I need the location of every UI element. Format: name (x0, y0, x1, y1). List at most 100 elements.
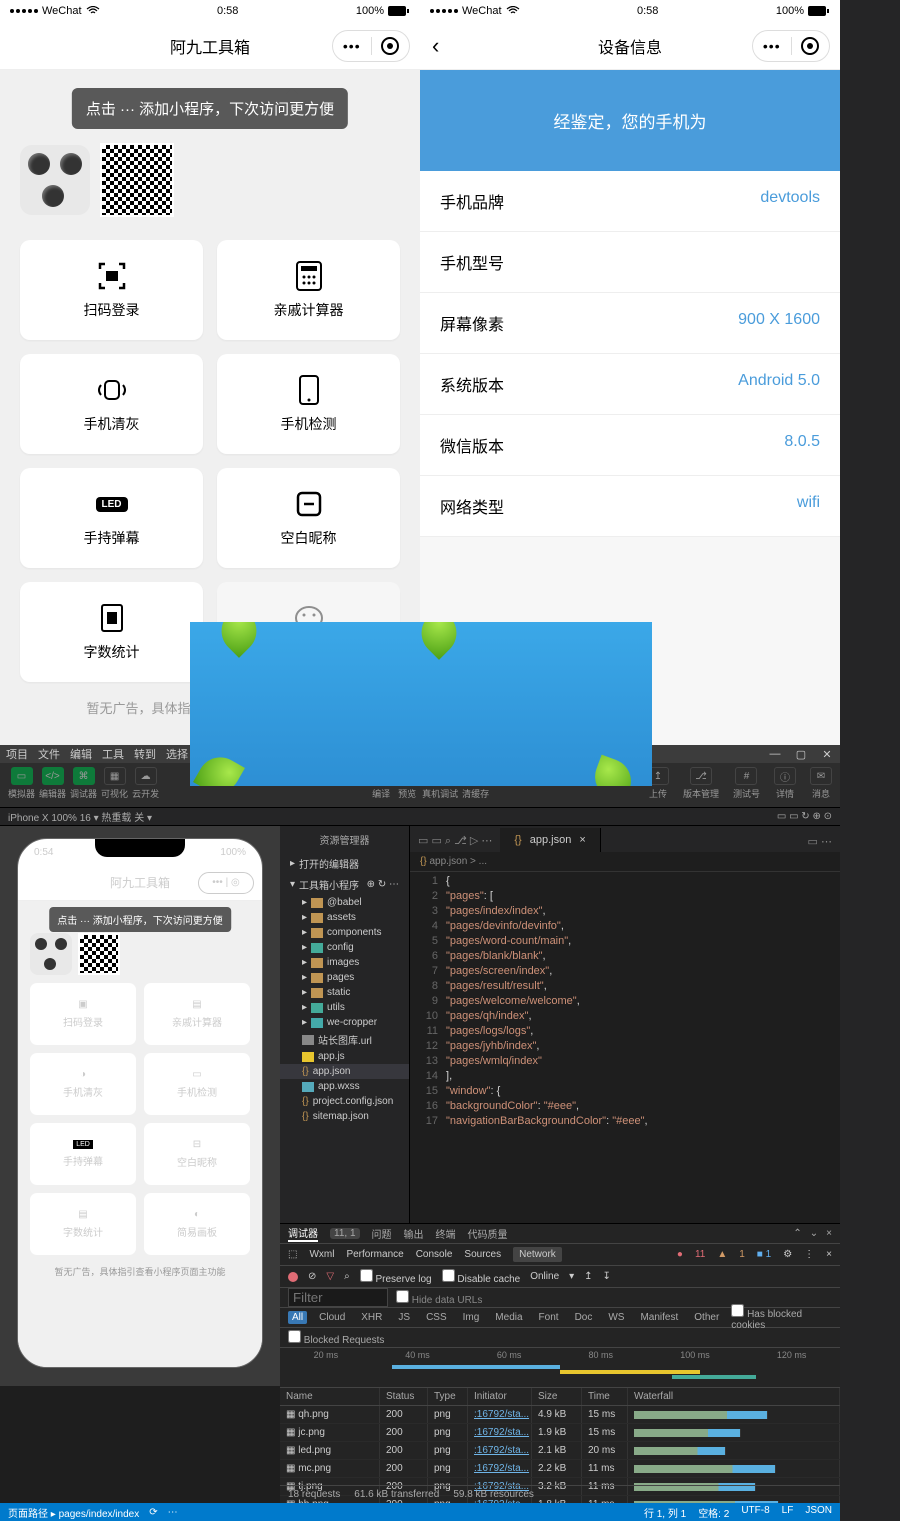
battery-icon (388, 6, 410, 16)
camera-graphic (20, 145, 90, 215)
version-button[interactable]: ⎇ (690, 767, 712, 785)
tool-card-clean[interactable]: 手机清灰 (20, 354, 203, 454)
editor-tab[interactable]: {}app.json× (500, 828, 600, 852)
tool-card-led[interactable]: LED手持弹幕 (20, 468, 203, 568)
close-icon[interactable]: × (826, 1249, 832, 1260)
sim-card[interactable]: ⊟空白昵称 (144, 1123, 250, 1185)
network-footer: 18 requests61.6 kB transferred59.8 kB re… (280, 1485, 840, 1503)
upload-icon[interactable]: ↥ (584, 1271, 592, 1282)
sim-card[interactable]: ▤字数统计 (30, 1193, 136, 1255)
network-toolbar[interactable]: ⊘ ▽ ⌕ Preserve log Disable cache Online▾… (280, 1266, 840, 1288)
tool-card-scan[interactable]: 扫码登录 (20, 240, 203, 340)
throttle-select[interactable]: Online (530, 1271, 559, 1282)
window-controls[interactable]: —▢✕ (762, 748, 840, 761)
capsule-close-icon[interactable] (792, 37, 830, 55)
hide-urls-checkbox[interactable]: Hide data URLs (396, 1290, 482, 1306)
debugger-button[interactable]: ⌘ (73, 767, 95, 785)
close-icon[interactable]: × (826, 1228, 832, 1239)
clear-icon[interactable]: ⊘ (308, 1271, 316, 1282)
dt-sub-tabs[interactable]: ⬚ WxmlPerformanceConsoleSourcesNetwork ●… (280, 1244, 840, 1266)
tree-item[interactable]: 站长图库.url (280, 1030, 409, 1049)
tree-item[interactable]: {}app.json (280, 1064, 409, 1079)
msg-button[interactable]: ✉ (810, 767, 832, 785)
dt-top-tabs[interactable]: 调试器11, 1 问题输出终端代码质量 ⌃⌄× (280, 1224, 840, 1244)
back-icon[interactable]: ‹ (432, 33, 439, 59)
page-title-bar: 阿九工具箱 ••• (0, 22, 420, 70)
tree-item[interactable]: ▸utils (280, 1000, 409, 1015)
status-bar: WeChat 0:58 100% (420, 0, 840, 22)
sim-card[interactable]: ◑手机清灰 (30, 1053, 136, 1115)
tree-item[interactable]: ▸@babel (280, 895, 409, 910)
visual-button[interactable]: ▦ (104, 767, 126, 785)
gear-icon[interactable]: ⚙ (783, 1249, 792, 1260)
sim-card[interactable]: ◐简易画板 (144, 1193, 250, 1255)
more-icon[interactable]: ⋮ (804, 1249, 814, 1260)
inspect-icon[interactable]: ⬚ (288, 1249, 297, 1260)
sim-card[interactable]: LED手持弹幕 (30, 1123, 136, 1185)
breadcrumb[interactable]: {} app.json > ... (410, 852, 840, 872)
type-filter[interactable]: All CloudXHRJSCSSImgMediaFontDocWSManife… (280, 1308, 840, 1328)
tree-item[interactable]: app.wxss (280, 1079, 409, 1094)
sim-card[interactable]: ▣扫码登录 (30, 983, 136, 1045)
simulator-pane: 0:54100% 阿九工具箱••• | ◎ 点击 ··· 添加小程序，下次访问更… (0, 826, 280, 1386)
led-icon: LED (94, 488, 130, 520)
chevron-down-icon[interactable]: ⌄ (810, 1228, 818, 1239)
details-button[interactable]: ⓘ (774, 767, 796, 785)
miniprogram-capsule[interactable]: ••• (332, 30, 410, 62)
tree-item[interactable]: ▸config (280, 940, 409, 955)
tree-item[interactable]: ▸static (280, 985, 409, 1000)
tree-item[interactable]: {}sitemap.json (280, 1109, 409, 1124)
qr-code (100, 143, 174, 217)
tree-item[interactable]: app.js (280, 1049, 409, 1064)
test-button[interactable]: # (735, 767, 757, 785)
ide-statusbar[interactable]: 页面路径 ▸ pages/index/index⟳⋯ 行 1, 列 1空格: 2… (0, 1503, 840, 1521)
filter-icon[interactable]: ▽ (326, 1271, 334, 1282)
search-icon[interactable]: ⌕ (344, 1271, 350, 1282)
record-icon[interactable] (288, 1272, 298, 1282)
info-row: 网络类型wifi (420, 476, 840, 537)
wifi-icon (506, 6, 520, 16)
blocked-cookies-checkbox[interactable]: Has blocked cookies (731, 1304, 832, 1331)
tree-item[interactable]: ▸components (280, 925, 409, 940)
ad-overlay[interactable] (190, 622, 652, 786)
miniprogram-capsule[interactable]: ••• (752, 30, 830, 62)
preserve-log-checkbox[interactable]: Preserve log (360, 1269, 432, 1285)
network-row[interactable]: ▦ qh.png200png:16792/sta...4.9 kB15 ms (280, 1406, 840, 1424)
network-row[interactable]: ▦ mc.png200png:16792/sta...2.2 kB11 ms (280, 1460, 840, 1478)
disable-cache-checkbox[interactable]: Disable cache (442, 1269, 521, 1285)
info-row: 系统版本Android 5.0 (420, 354, 840, 415)
editor-tabs[interactable]: ▭ ▭ ⌕ ⎇ ▷ ⋯ {}app.json× ▭ ⋯ (410, 826, 840, 852)
capsule-close-icon[interactable] (372, 37, 410, 55)
ide-subbar[interactable]: iPhone X 100% 16 ▾ 热重载 关 ▾▭ ▭ ↻ ⊕ ⊙ (0, 808, 840, 826)
sim-card[interactable]: ▭手机检测 (144, 1053, 250, 1115)
download-icon[interactable]: ↧ (603, 1271, 611, 1282)
tree-item[interactable]: ▸images (280, 955, 409, 970)
network-row[interactable]: ▦ jc.png200png:16792/sta...1.9 kB15 ms (280, 1424, 840, 1442)
tool-card-count[interactable]: 字数统计 (20, 582, 203, 682)
status-bar: WeChat 0:58 100% (0, 0, 420, 22)
tab-close-icon[interactable]: × (579, 834, 585, 846)
filter-input[interactable] (288, 1288, 388, 1307)
capsule-menu-icon[interactable]: ••• (333, 38, 371, 54)
blocked-req-checkbox[interactable]: Blocked Requests (288, 1330, 384, 1346)
sim-card[interactable]: ▤亲戚计算器 (144, 983, 250, 1045)
simulator-button[interactable]: ▭ (11, 767, 33, 785)
tool-card-blank[interactable]: 空白昵称 (217, 468, 400, 568)
cloud-button[interactable]: ☁ (135, 767, 157, 785)
capsule-menu-icon[interactable]: ••• (753, 38, 791, 54)
tree-item[interactable]: ▸assets (280, 910, 409, 925)
scan-icon (94, 260, 130, 292)
tree-item[interactable]: {}project.config.json (280, 1094, 409, 1109)
tree-item[interactable]: ▸pages (280, 970, 409, 985)
network-row[interactable]: ▦ led.png200png:16792/sta...2.1 kB20 ms (280, 1442, 840, 1460)
tree-item[interactable]: ▸we-cropper (280, 1015, 409, 1030)
speaker-icon (94, 374, 130, 406)
tool-card-calc[interactable]: 亲戚计算器 (217, 240, 400, 340)
network-table-header[interactable]: NameStatusTypeInitiatorSizeTimeWaterfall (280, 1388, 840, 1406)
info-row: 手机型号 (420, 232, 840, 293)
editor-button[interactable]: </> (42, 767, 64, 785)
timeline[interactable]: 20 ms40 ms60 ms80 ms100 ms120 ms (280, 1348, 840, 1388)
chevron-up-icon[interactable]: ⌃ (793, 1228, 801, 1239)
page-title: 阿九工具箱 (170, 34, 250, 58)
tool-card-detect[interactable]: 手机检测 (217, 354, 400, 454)
